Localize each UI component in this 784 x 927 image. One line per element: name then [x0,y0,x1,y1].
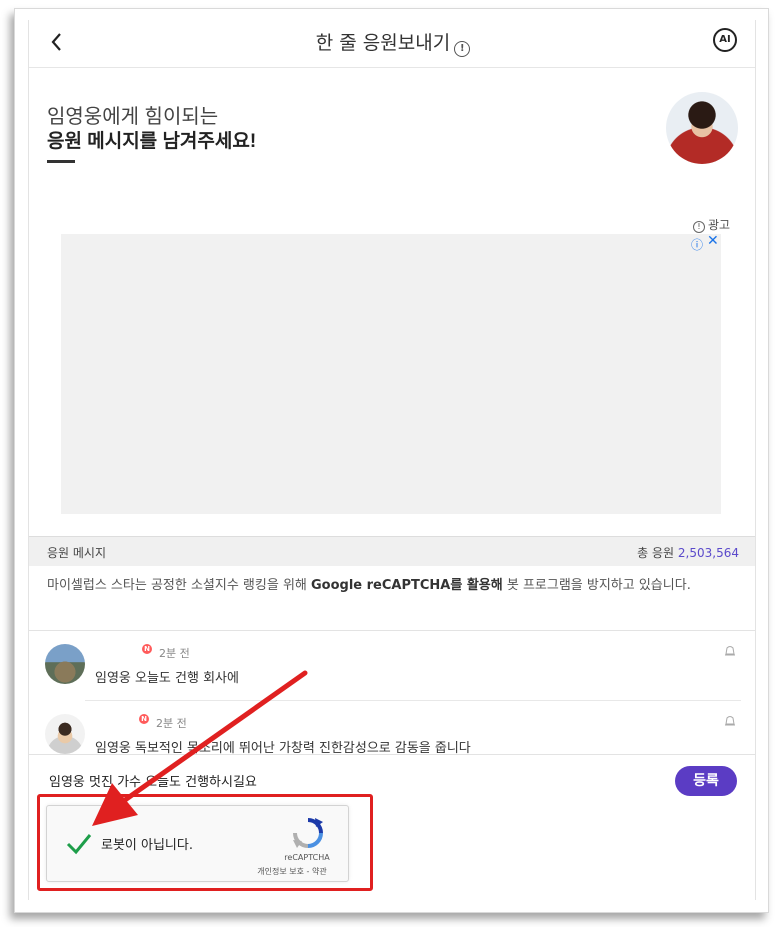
comment-divider [85,700,741,701]
avatar[interactable] [45,644,85,684]
page-title: 한 줄 응원보내기 [315,32,451,54]
total-label: 총 응원 [637,546,675,560]
recaptcha-notice: 마이셀럽스 스타는 공정한 소셜지수 랭킹을 위해 Google reCAPTC… [47,576,737,595]
ad-label-text: 광고 [708,218,731,232]
report-icon[interactable] [723,644,737,658]
hero-title: 응원 메시지를 남겨주세요! [47,131,257,152]
comment-text: 임영웅 오늘도 건행 회사에 [95,671,239,686]
hero-divider [47,160,75,163]
notice-text-before: 마이셀럽스 스타는 공정한 소셜지수 랭킹을 위해 [47,578,311,593]
new-badge: N [142,644,152,654]
star-avatar [666,92,738,164]
notice-text-after: 봇 프로그램을 방지하고 있습니다. [502,578,691,593]
ad-label[interactable]: ! 광고 [693,216,730,233]
info-icon[interactable]: ! [454,41,471,57]
highlight-box [37,794,373,891]
ad-choices-icon[interactable]: ⓘ [691,236,703,253]
app-window: 한 줄 응원보내기! AI 임영웅에게 힘이되는 응원 메시지를 남겨주세요! … [28,20,756,900]
notice-highlight: Google reCAPTCHA를 활용해 [311,578,503,593]
messages-title: 응원 메시지 [47,546,107,560]
messages-total: 총 응원 2,503,564 [637,544,739,561]
submit-button[interactable]: 등록 [675,766,737,796]
top-bar: 한 줄 응원보내기! AI [29,20,755,68]
page-title-wrap: 한 줄 응원보내기! [29,28,755,57]
comment-time: 2분 전 [156,717,187,730]
comment-input[interactable]: 임영웅 멋진 가수 오늘도 건행하시길요 [49,771,257,790]
new-badge: N [139,714,149,724]
avatar[interactable] [45,714,85,754]
list-item: N 2분 전 임영웅 오늘도 건행 회사에 [29,632,755,702]
report-icon[interactable] [723,714,737,728]
ad-close-icon[interactable]: ✕ [707,233,719,249]
ai-icon[interactable]: AI [713,28,737,52]
comment-time: 2분 전 [159,647,190,660]
ad-banner[interactable] [61,234,721,514]
ad-info-icon: ! [693,221,705,233]
total-count: 2,503,564 [677,546,739,560]
messages-header: 응원 메시지 총 응원 2,503,564 [29,536,755,566]
section-divider [29,630,755,631]
hero-subtitle: 임영웅에게 힘이되는 [47,106,219,128]
